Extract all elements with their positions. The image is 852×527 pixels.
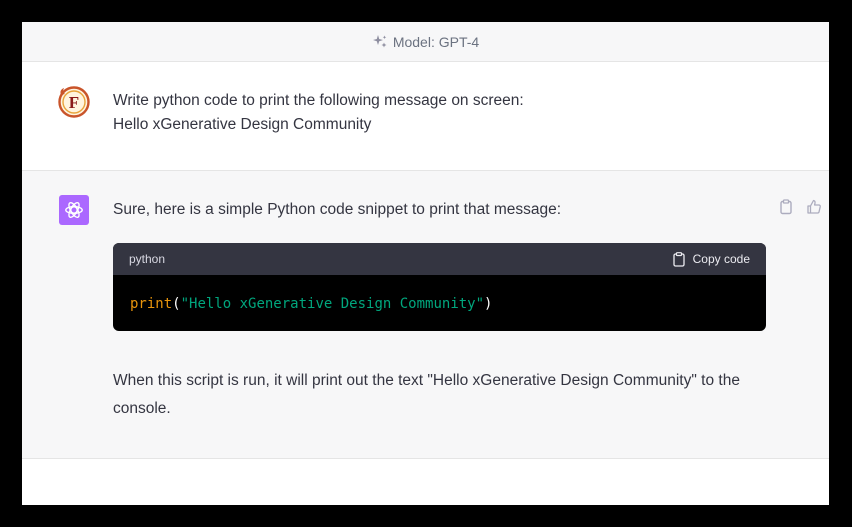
copy-code-button[interactable]: Copy code [672, 251, 750, 267]
chat-window: Model: GPT-4 F Write python code to prin… [22, 22, 829, 505]
code-block: python Copy code print("Hello xGenerativ… [113, 243, 766, 331]
code-content: print("Hello xGenerative Design Communit… [113, 275, 766, 331]
clipboard-icon [672, 251, 685, 267]
assistant-intro-text: Sure, here is a simple Python code snipp… [113, 201, 562, 218]
code-token-paren-open: ( [172, 296, 181, 312]
code-token-paren-close: ) [484, 296, 493, 312]
openai-logo-icon [65, 201, 83, 219]
sparkle-icon [372, 34, 387, 47]
user-message: F Write python code to print the followi… [22, 62, 829, 171]
user-avatar-letter: F [69, 93, 79, 112]
assistant-message: Sure, here is a simple Python code snipp… [22, 171, 829, 459]
model-label: Model: GPT-4 [392, 33, 480, 50]
user-avatar: F [58, 86, 90, 118]
user-message-line: Hello xGenerative Design Community [113, 116, 372, 133]
user-message-line: Write python code to print the following… [113, 92, 524, 109]
user-message-text: Write python code to print the following… [113, 89, 524, 137]
code-token-string: "Hello xGenerative Design Community" [180, 296, 485, 312]
assistant-outro-text: When this script is run, it will print o… [113, 372, 740, 417]
copy-code-label: Copy code [692, 252, 750, 266]
clipboard-icon[interactable] [778, 199, 794, 215]
code-token-function: print [130, 296, 173, 312]
assistant-avatar [59, 195, 89, 225]
thumbs-up-icon[interactable] [806, 199, 822, 215]
code-language-label: python [129, 252, 166, 266]
message-actions [778, 199, 822, 215]
code-block-header: python Copy code [113, 243, 766, 275]
model-indicator-bar: Model: GPT-4 [22, 22, 829, 62]
